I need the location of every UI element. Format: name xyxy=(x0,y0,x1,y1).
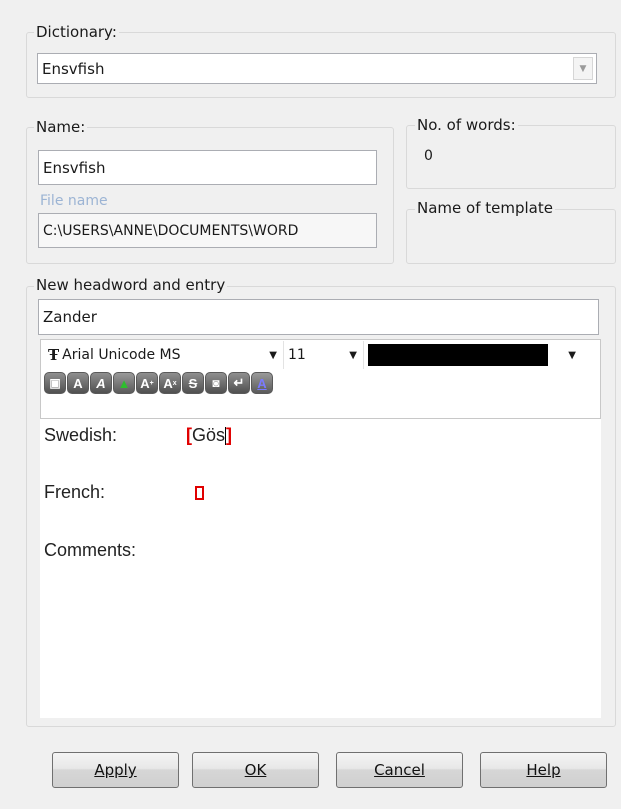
chevron-down-icon[interactable]: ▼ xyxy=(573,57,593,80)
field-close-bracket: ] xyxy=(226,425,233,445)
comments-line: Comments: xyxy=(44,540,136,561)
swedish-line: Swedish: [Gös] xyxy=(44,425,232,446)
line-break-icon[interactable]: ↵ xyxy=(228,372,250,394)
ok-button[interactable]: OK xyxy=(192,752,319,788)
dictionary-select[interactable]: Ensvfish ▼ xyxy=(37,53,597,84)
chevron-down-icon: ▼ xyxy=(568,350,576,361)
format-toolbar: ▣ A A ▲ A + Ax S ◙ ↵ A xyxy=(44,372,274,394)
subscript-icon[interactable]: Ax xyxy=(159,372,181,394)
dictionary-label: Dictionary: xyxy=(34,23,119,41)
words-label: No. of words: xyxy=(415,116,518,134)
font-name-value: Arial Unicode MS xyxy=(62,347,181,363)
truetype-font-icon: Ŧ xyxy=(48,346,60,364)
words-count: 0 xyxy=(424,148,433,164)
font-size-select[interactable]: 11 ▼ xyxy=(284,341,364,369)
template-label: Name of template xyxy=(415,199,555,217)
french-line: French: xyxy=(44,482,204,503)
superscript-icon[interactable]: A + xyxy=(136,372,158,394)
comments-label: Comments: xyxy=(44,540,137,560)
name-input-value: Ensvfish xyxy=(43,158,106,177)
bold-icon[interactable]: A xyxy=(67,372,89,394)
french-label: French: xyxy=(44,482,106,502)
words-group xyxy=(406,125,616,189)
cancel-button-label: Cancel xyxy=(374,761,425,779)
file-name-value: C:\USERS\ANNE\DOCUMENTS\WORD xyxy=(43,222,299,239)
font-toolbar: Ŧ Arial Unicode MS ▼ 11 ▼ ▼ xyxy=(42,341,582,369)
chevron-down-icon: ▼ xyxy=(269,350,277,361)
name-label: Name: xyxy=(34,118,88,136)
font-size-value: 11 xyxy=(288,347,306,363)
cancel-button[interactable]: Cancel xyxy=(336,752,463,788)
paste-icon[interactable]: ▣ xyxy=(44,372,66,394)
template-group xyxy=(406,209,616,264)
image-icon[interactable]: ◙ xyxy=(205,372,227,394)
swedish-label: Swedish: xyxy=(44,425,118,445)
apply-button-label: Apply xyxy=(94,761,137,779)
name-input[interactable]: Ensvfish xyxy=(38,150,377,185)
ok-button-label: OK xyxy=(244,761,267,779)
file-name-field: C:\USERS\ANNE\DOCUMENTS\WORD xyxy=(38,213,377,248)
color-swatch xyxy=(368,344,548,366)
chevron-down-icon: ▼ xyxy=(349,350,357,361)
file-name-label: File name xyxy=(40,193,108,209)
help-button[interactable]: Help xyxy=(480,752,607,788)
entry-label: New headword and entry xyxy=(34,276,228,294)
swedish-field[interactable]: [Gös] xyxy=(186,425,232,446)
dictionary-selected-value: Ensvfish xyxy=(42,59,105,78)
headword-value: Zander xyxy=(43,308,97,326)
entry-editor[interactable]: Swedish: [Gös] French: Comments: xyxy=(40,419,601,718)
font-color-select[interactable]: ▼ xyxy=(364,341,582,369)
text-color-icon[interactable]: A xyxy=(251,372,273,394)
italic-icon[interactable]: A xyxy=(90,372,112,394)
strikethrough-icon[interactable]: S xyxy=(182,372,204,394)
swedish-value: Gös xyxy=(192,425,226,445)
help-button-label: Help xyxy=(526,761,561,779)
font-name-select[interactable]: Ŧ Arial Unicode MS ▼ xyxy=(42,341,284,369)
apply-button[interactable]: Apply xyxy=(52,752,179,788)
french-empty-field[interactable] xyxy=(195,486,204,500)
highlight-icon[interactable]: ▲ xyxy=(113,372,135,394)
headword-input[interactable]: Zander xyxy=(38,299,599,335)
